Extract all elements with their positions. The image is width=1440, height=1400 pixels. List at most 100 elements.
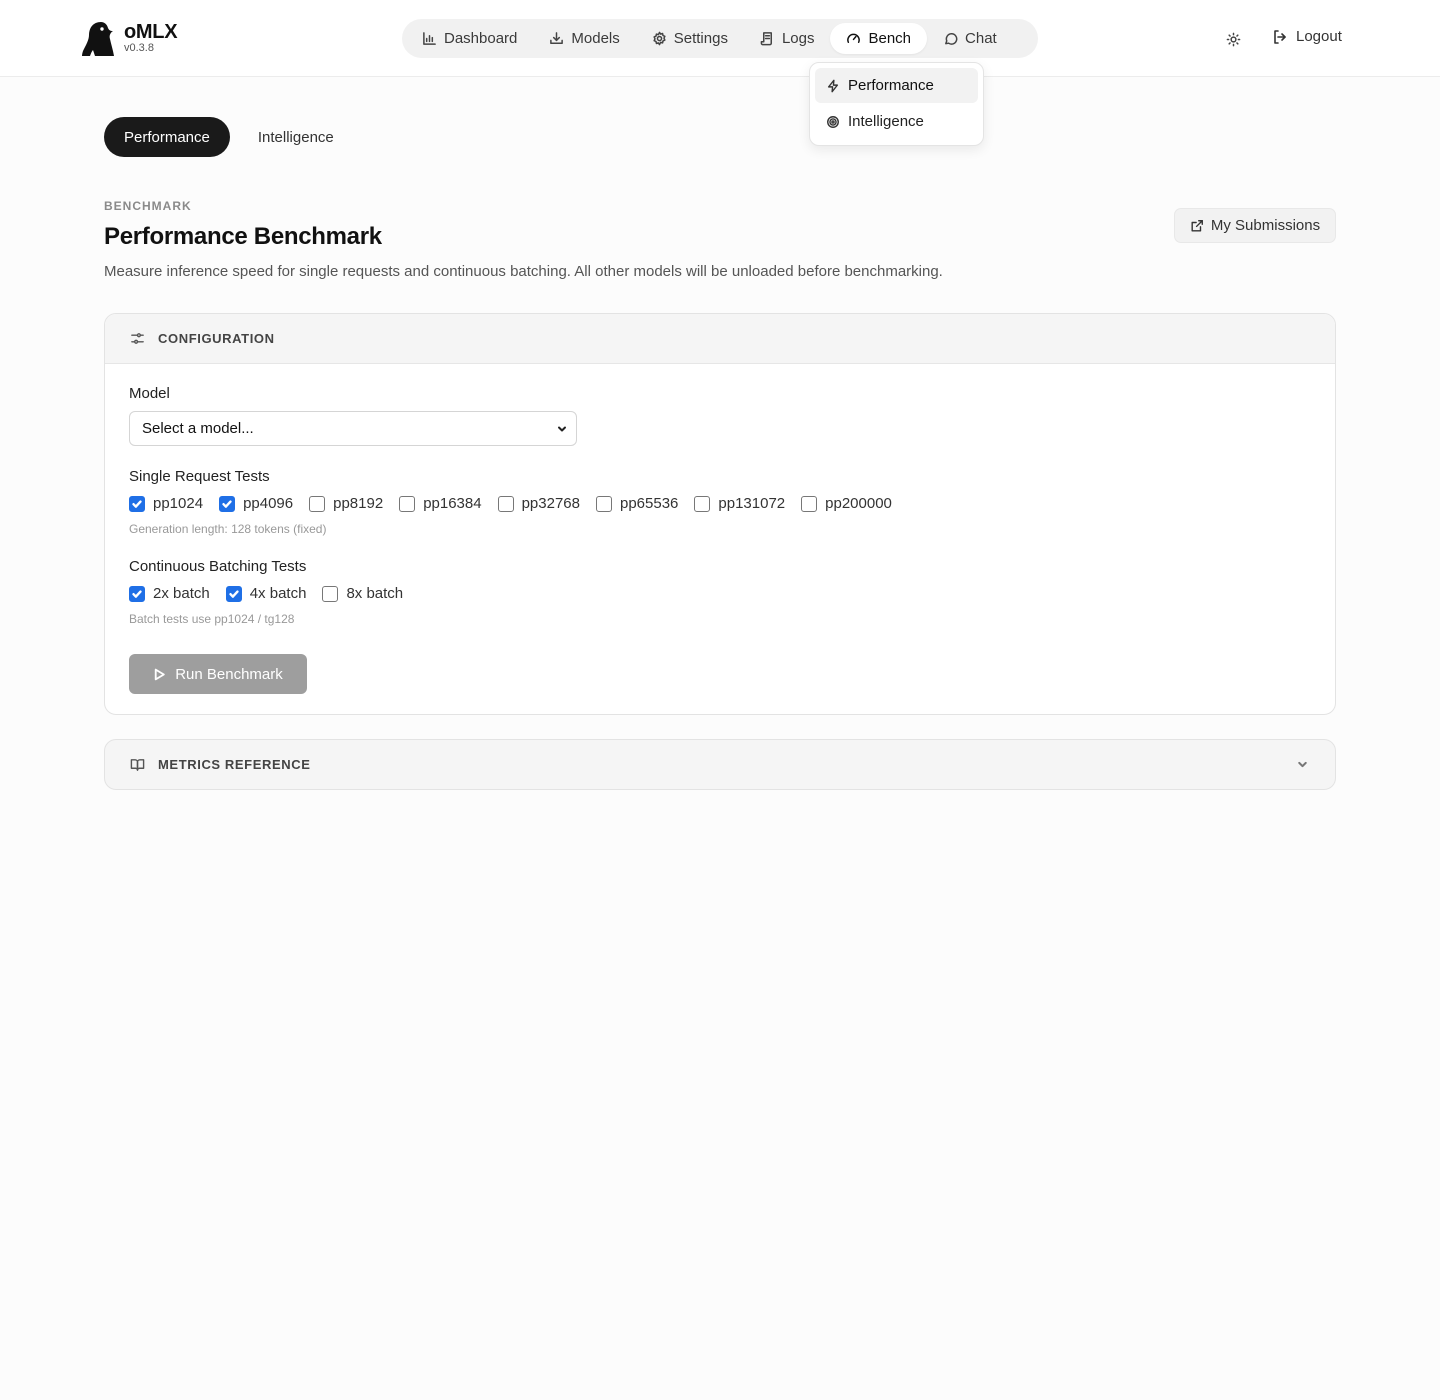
page-title: Performance Benchmark: [104, 223, 382, 250]
checkbox-box[interactable]: [399, 495, 416, 512]
checkbox-pp1024[interactable]: pp1024: [129, 495, 203, 512]
checkbox-pp200000[interactable]: pp200000: [801, 495, 892, 512]
nav-label: Bench: [868, 30, 912, 47]
nav-chat[interactable]: Chat: [927, 23, 1013, 54]
logout-icon: [1274, 29, 1286, 44]
single-request-hint: Generation length: 128 tokens (fixed): [129, 522, 327, 536]
checkbox-box[interactable]: [129, 495, 145, 512]
checkbox-pp16384[interactable]: pp16384: [399, 495, 482, 512]
checkbox-pp131072[interactable]: pp131072: [694, 495, 785, 512]
batching-hint: Batch tests use pp1024 / tg128: [129, 612, 295, 626]
checkbox-label: 2x batch: [153, 585, 210, 602]
checkbox-box[interactable]: [801, 495, 818, 512]
checkbox-label: pp200000: [825, 495, 892, 512]
checkbox-pp65536[interactable]: pp65536: [596, 495, 678, 512]
menu-item-label: Performance: [848, 77, 934, 94]
checkbox-label: pp32768: [521, 495, 580, 512]
download-icon: [550, 32, 564, 44]
nav-label: Settings: [673, 30, 728, 47]
run-benchmark-label: Run Benchmark: [175, 665, 283, 683]
checkmark-icon: [132, 499, 142, 508]
bench-dropdown-menu: Performance Intelligence: [809, 62, 984, 146]
checkbox-label: pp131072: [718, 495, 786, 512]
lightning-icon: [827, 79, 839, 92]
checkbox-box[interactable]: [322, 585, 339, 602]
brand-version: v0.3.8: [124, 42, 154, 54]
nav-models[interactable]: Models: [533, 23, 635, 54]
tab-intelligence[interactable]: Intelligence: [238, 117, 354, 157]
checkbox-2x-batch[interactable]: 2x batch: [129, 585, 210, 602]
sliders-icon: [131, 333, 144, 344]
checkbox-label: pp1024: [153, 495, 204, 512]
checkbox-label: pp65536: [620, 495, 679, 512]
logout-label: Logout: [1296, 28, 1342, 45]
single-request-checkboxes: pp1024 pp4096 pp8192 pp16384 pp32768 pp6…: [129, 495, 908, 512]
checkbox-box[interactable]: [225, 585, 242, 602]
nav-label: Logs: [781, 30, 815, 47]
checkbox-box[interactable]: [309, 495, 326, 512]
nav-bench[interactable]: Bench: [830, 23, 928, 54]
nav-logs[interactable]: Logs: [744, 23, 831, 54]
tab-performance[interactable]: Performance: [104, 117, 230, 157]
chevron-down-icon: [558, 426, 566, 431]
checkbox-label: pp16384: [423, 495, 482, 512]
checkbox-label: 8x batch: [346, 585, 404, 602]
section-eyebrow: BENCHMARK: [104, 199, 192, 213]
batching-label: Continuous Batching Tests: [129, 558, 307, 575]
checkmark-icon: [229, 589, 239, 598]
nav-label: Chat: [965, 30, 997, 47]
checkbox-box[interactable]: [129, 585, 145, 602]
configuration-title: CONFIGURATION: [158, 331, 275, 346]
metrics-reference-title: METRICS REFERENCE: [158, 757, 311, 772]
scroll-icon: [760, 32, 772, 46]
checkbox-8x-batch[interactable]: 8x batch: [322, 585, 403, 602]
model-label: Model: [129, 385, 170, 402]
checkbox-pp4096[interactable]: pp4096: [219, 495, 293, 512]
configuration-card: CONFIGURATION Model Select a model... Si…: [104, 313, 1336, 715]
checkbox-pp32768[interactable]: pp32768: [497, 495, 580, 512]
configuration-header: CONFIGURATION: [105, 314, 1335, 364]
gauge-icon: [847, 33, 861, 43]
checkmark-icon: [222, 499, 232, 508]
external-link-icon: [1191, 219, 1203, 232]
batching-checkboxes: 2x batch 4x batch 8x batch: [129, 585, 419, 602]
nav-label: Models: [571, 30, 620, 47]
menu-item-label: Intelligence: [848, 113, 924, 130]
brand[interactable]: oMLX v0.3.8: [80, 20, 178, 58]
checkmark-icon: [132, 589, 142, 598]
brand-name: oMLX: [124, 21, 178, 43]
run-benchmark-button[interactable]: Run Benchmark: [129, 654, 307, 694]
theme-toggle-button[interactable]: [1221, 27, 1245, 51]
model-select-value: Select a model...: [142, 420, 254, 437]
metrics-reference-toggle[interactable]: METRICS REFERENCE: [104, 739, 1336, 790]
target-icon: [827, 115, 839, 128]
gear-icon: [653, 31, 666, 46]
main-nav: Dashboard Models Settings Logs Bench Cha…: [402, 19, 1038, 58]
checkbox-label: pp4096: [243, 495, 294, 512]
checkbox-box[interactable]: [596, 495, 612, 512]
book-icon: [130, 759, 145, 771]
top-bar: oMLX v0.3.8 Dashboard Models Settings Lo…: [0, 0, 1440, 77]
chat-bubble-icon: [945, 33, 958, 45]
single-request-label: Single Request Tests: [129, 468, 270, 485]
nav-settings[interactable]: Settings: [636, 23, 744, 54]
checkbox-pp8192[interactable]: pp8192: [309, 495, 383, 512]
checkbox-box[interactable]: [497, 495, 514, 512]
checkbox-box[interactable]: [219, 495, 236, 512]
play-icon: [155, 668, 165, 680]
menu-item-performance[interactable]: Performance: [815, 68, 978, 103]
my-submissions-label: My Submissions: [1210, 217, 1321, 234]
logout-button[interactable]: Logout: [1272, 28, 1342, 45]
nav-dashboard[interactable]: Dashboard: [406, 23, 533, 54]
checkbox-4x-batch[interactable]: 4x batch: [225, 585, 307, 602]
checkbox-box[interactable]: [694, 495, 711, 512]
checkbox-label: pp8192: [333, 495, 384, 512]
model-select[interactable]: Select a model...: [129, 411, 577, 446]
checkbox-label: 4x batch: [249, 585, 307, 602]
benchmark-tabs: Performance Intelligence: [104, 117, 354, 157]
bar-chart-icon: [423, 32, 436, 45]
page-description: Measure inference speed for single reque…: [104, 263, 943, 280]
menu-item-intelligence[interactable]: Intelligence: [815, 104, 978, 139]
my-submissions-button[interactable]: My Submissions: [1174, 208, 1336, 243]
chevron-down-icon: [1298, 761, 1307, 768]
